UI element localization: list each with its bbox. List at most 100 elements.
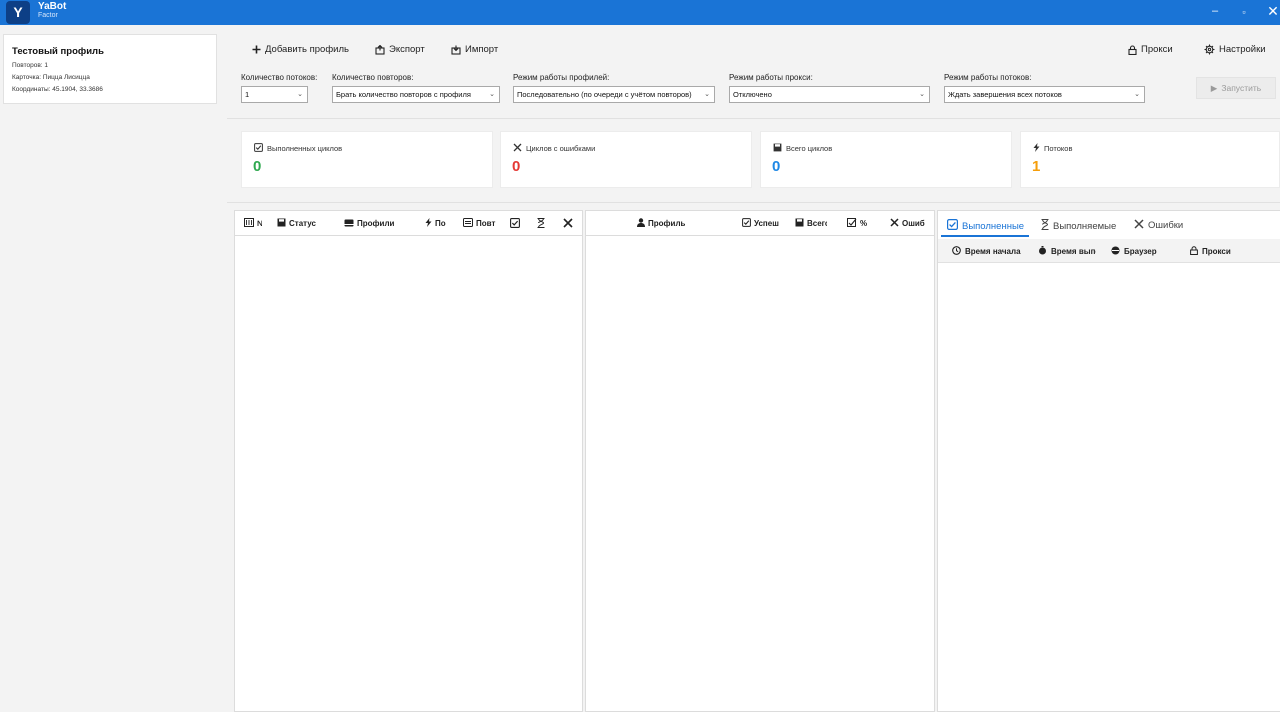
export-button[interactable]: Экспорт: [375, 44, 425, 55]
stat-threads-title: Потоков: [1044, 144, 1073, 153]
id-card-icon: [344, 219, 354, 229]
thread-mode-value: Ждать завершения всех потоков: [948, 90, 1062, 99]
settings-button[interactable]: Настройки: [1204, 44, 1266, 55]
column-successful[interactable]: Успеш: [742, 211, 780, 236]
save-icon: [277, 218, 286, 229]
column-status[interactable]: Статус: [277, 211, 316, 236]
profiles-stats-table: Профиль Успеш Всего % Ошиб: [585, 210, 935, 712]
tab-running[interactable]: Выполняемые: [1041, 219, 1116, 233]
thread-mode-select[interactable]: Ждать завершения всех потоков ⌄: [944, 86, 1145, 103]
stat-completed-card: Выполненных циклов 0: [241, 131, 493, 188]
threads-table-header: № Статус Профили По Повт: [235, 211, 582, 236]
minimize-button[interactable]: –: [1204, 0, 1226, 25]
column-number-label: №: [257, 219, 262, 228]
chart-check-icon: [847, 218, 857, 229]
column-duration[interactable]: Время выпо: [1038, 239, 1096, 263]
column-errors[interactable]: [563, 211, 573, 236]
threads-table: № Статус Профили По Повт: [234, 210, 583, 712]
import-button[interactable]: Импорт: [451, 44, 498, 55]
column-profiles-label: Профили: [357, 219, 395, 228]
column-total[interactable]: Всего: [795, 211, 827, 236]
bolt-icon: [1033, 143, 1040, 154]
column-duration-label: Время выпо: [1051, 246, 1096, 256]
tab-errors[interactable]: Ошибки: [1134, 219, 1183, 232]
active-tab-indicator: [941, 235, 1029, 237]
column-running[interactable]: [537, 211, 545, 236]
column-threads-label: По: [435, 219, 446, 228]
profile-card-name: Карточка: Пицца Лисицца: [12, 74, 90, 81]
threads-count-label: Количество потоков:: [241, 73, 318, 82]
stat-threads-value: 1: [1032, 158, 1041, 175]
close-button[interactable]: ✕: [1262, 0, 1280, 25]
stat-total-card: Всего циклов 0: [760, 131, 1012, 188]
play-icon: ▶: [1210, 82, 1218, 93]
column-proxy[interactable]: Прокси: [1190, 239, 1231, 263]
chevron-down-icon: ⌄: [1132, 87, 1140, 102]
check-square-icon: [742, 218, 751, 229]
profile-card[interactable]: Тестовый профиль Повторов: 1 Карточка: П…: [3, 34, 217, 104]
x-icon: [513, 143, 522, 154]
column-repeats[interactable]: Повт: [463, 211, 496, 236]
column-browser-label: Браузер: [1124, 246, 1157, 256]
check-square-icon: [947, 219, 959, 233]
save-icon: [795, 218, 804, 229]
settings-label: Настройки: [1219, 44, 1266, 55]
run-button[interactable]: ▶ Запустить: [1196, 77, 1276, 99]
thread-mode-label: Режим работы потоков:: [944, 73, 1032, 82]
tab-completed[interactable]: Выполненные: [947, 219, 1024, 233]
stat-total-title: Всего циклов: [786, 144, 833, 153]
stat-errors-value: 0: [512, 158, 521, 175]
stat-errors-card: Циклов с ошибками 0: [500, 131, 752, 188]
stat-total-value: 0: [772, 158, 781, 175]
import-label: Импорт: [465, 44, 499, 55]
x-icon: [563, 217, 573, 230]
clock-icon: [952, 245, 961, 257]
profiles-sidebar: Тестовый профиль Повторов: 1 Карточка: П…: [0, 25, 227, 712]
column-status-label: Статус: [289, 219, 316, 228]
column-threads[interactable]: По: [425, 211, 446, 236]
profile-mode-value: Последовательно (по очереди с учётом пов…: [517, 90, 692, 99]
repeats-count-select[interactable]: Брать количество повторов с профиля ⌄: [332, 86, 500, 103]
proxy-mode-label: Режим работы прокси:: [729, 73, 813, 82]
tab-running-label: Выполняемые: [1053, 220, 1117, 232]
maximize-button[interactable]: ▫: [1233, 0, 1255, 25]
title-bar: Y YaBot Factor – ▫ ✕: [0, 0, 1280, 25]
column-percent-label: %: [860, 219, 868, 228]
export-icon: [375, 44, 385, 55]
lock-icon: [1190, 245, 1198, 257]
repeats-count-value: Брать количество повторов с профиля: [336, 90, 471, 99]
chevron-down-icon: ⌄: [917, 87, 925, 102]
column-start-time[interactable]: Время начала: [952, 239, 1021, 263]
app-subtitle: Factor: [38, 12, 58, 19]
column-start-time-label: Время начала: [965, 246, 1021, 256]
column-failed[interactable]: Ошиб: [890, 211, 930, 236]
threads-count-select[interactable]: 1 ⌄: [241, 86, 308, 103]
threads-count-value: 1: [245, 90, 250, 99]
tab-completed-label: Выполненные: [962, 220, 1025, 232]
proxy-button[interactable]: Прокси: [1128, 44, 1173, 55]
column-number[interactable]: №: [244, 211, 262, 236]
column-success[interactable]: [510, 211, 520, 236]
app-logo: Y: [6, 1, 30, 24]
add-profile-button[interactable]: Добавить профиль: [252, 44, 349, 55]
timer-icon: [1038, 245, 1047, 257]
proxy-mode-select[interactable]: Отключено ⌄: [729, 86, 930, 103]
column-percent[interactable]: %: [847, 211, 867, 236]
proxy-label: Прокси: [1141, 44, 1173, 55]
run-label: Запустить: [1221, 83, 1262, 93]
lock-icon: [1128, 44, 1137, 55]
app-name: YaBot: [38, 1, 67, 12]
id-card-icon: [244, 218, 254, 229]
chevron-down-icon: ⌄: [295, 87, 303, 102]
tab-errors-label: Ошибки: [1148, 220, 1184, 231]
stat-errors-title: Циклов с ошибками: [526, 144, 596, 153]
profile-mode-select[interactable]: Последовательно (по очереди с учётом пов…: [513, 86, 715, 103]
check-square-icon: [254, 143, 263, 154]
column-profile[interactable]: Профиль: [637, 211, 685, 236]
profile-mode-label: Режим работы профилей:: [513, 73, 610, 82]
column-profiles[interactable]: Профили: [344, 211, 394, 236]
column-repeats-label: Повт: [476, 219, 496, 228]
main-area: Добавить профиль Экспорт Импорт Прокси Н…: [227, 25, 1280, 712]
column-browser[interactable]: Браузер: [1111, 239, 1157, 263]
save-icon: [773, 143, 782, 154]
